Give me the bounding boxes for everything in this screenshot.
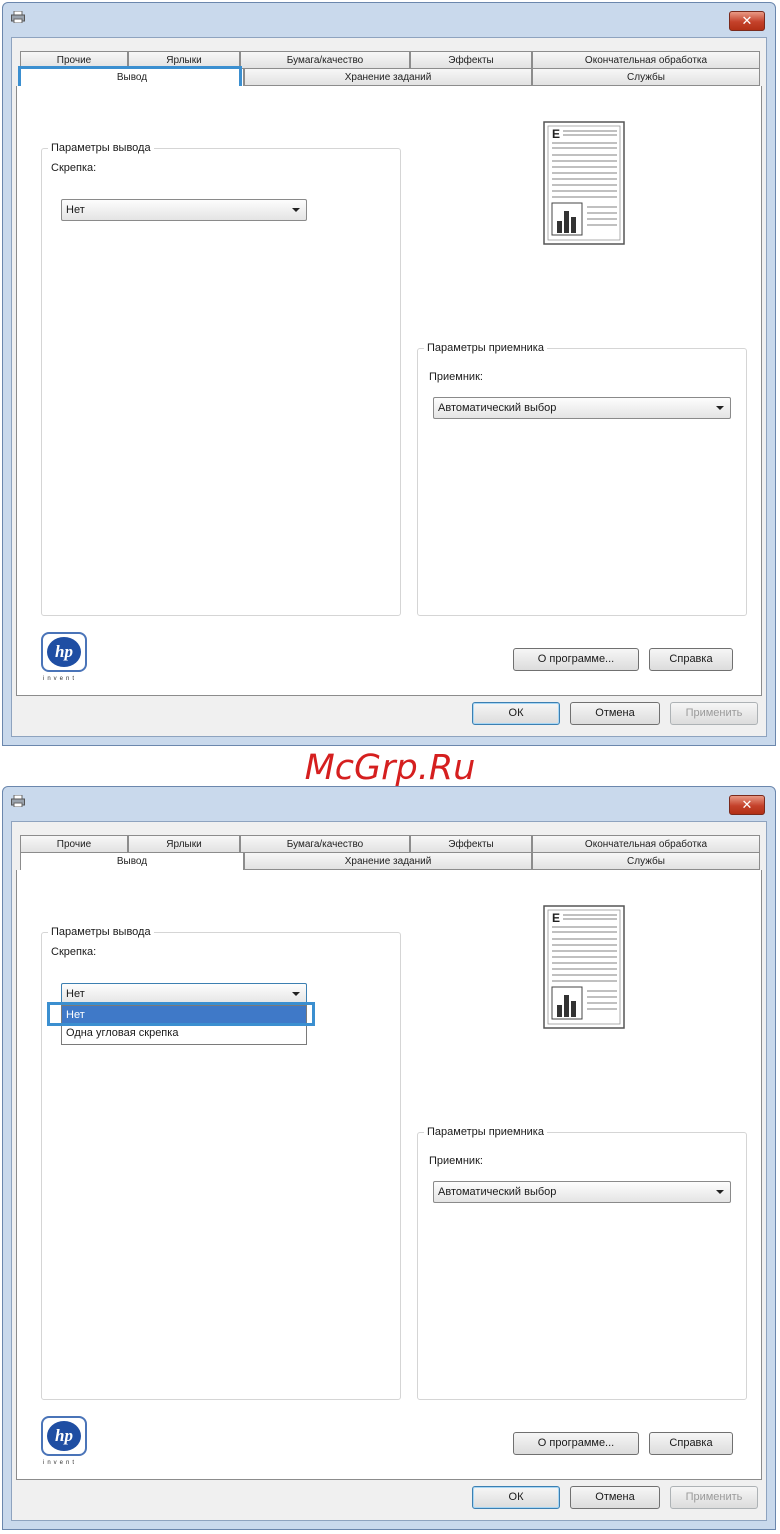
receiver-label: Приемник: (429, 371, 483, 383)
tab-shortcuts[interactable]: Ярлыки (128, 835, 240, 853)
dialog-client-area: Прочие Ярлыки Бумага/качество Эффекты Ок… (11, 821, 767, 1521)
hp-logo-text: hp (47, 1421, 81, 1451)
dropdown-arrow-icon (716, 1190, 724, 1194)
apply-button[interactable]: Применить (670, 1486, 758, 1509)
dropdown-arrow-icon (292, 208, 300, 212)
svg-text:E: E (552, 911, 560, 925)
close-button[interactable]: ✕ (729, 795, 765, 815)
tab-job-storage[interactable]: Хранение заданий (244, 68, 532, 86)
dropdown-arrow-icon (292, 992, 300, 996)
receiver-options-title: Параметры приемника (424, 342, 547, 354)
ok-button[interactable]: ОК (472, 702, 560, 725)
output-options-title: Параметры вывода (48, 926, 154, 938)
tab-services[interactable]: Службы (532, 852, 760, 870)
output-tab-panel: Параметры вывода Скрепка: Нет Нет Одна у… (16, 870, 762, 1480)
tab-services[interactable]: Службы (532, 68, 760, 86)
tab-effects[interactable]: Эффекты (410, 51, 532, 69)
output-tab-panel: Параметры вывода Скрепка: Нет E Параметр… (16, 86, 762, 696)
about-button[interactable]: О программе... (513, 1432, 639, 1455)
output-options-title: Параметры вывода (48, 142, 154, 154)
receiver-dropdown[interactable]: Автоматический выбор (433, 1181, 731, 1203)
tab-finishing[interactable]: Окончательная обработка (532, 835, 760, 853)
help-button[interactable]: Справка (649, 1432, 733, 1455)
tab-finishing[interactable]: Окончательная обработка (532, 51, 760, 69)
staple-dropdown[interactable]: Нет (61, 199, 307, 221)
close-icon: ✕ (741, 13, 753, 28)
ok-button[interactable]: ОК (472, 1486, 560, 1509)
dialog-client-area: Прочие Ярлыки Бумага/качество Эффекты Ок… (11, 37, 767, 737)
receiver-dropdown-value: Автоматический выбор (438, 402, 557, 414)
tab-paper-quality[interactable]: Бумага/качество (240, 835, 410, 853)
staple-label: Скрепка: (51, 946, 97, 958)
option-highlight-frame (47, 1002, 315, 1026)
cancel-button[interactable]: Отмена (570, 1486, 660, 1509)
tab-effects[interactable]: Эффекты (410, 835, 532, 853)
title-bar: ✕ (3, 787, 775, 821)
staple-label: Скрепка: (51, 162, 97, 174)
about-button[interactable]: О программе... (513, 648, 639, 671)
help-button[interactable]: Справка (649, 648, 733, 671)
hp-logo-icon: hp invent (41, 632, 87, 682)
printer-icon (11, 11, 25, 23)
printer-icon (11, 795, 25, 807)
hp-logo-icon: hp invent (41, 1416, 87, 1466)
receiver-dropdown[interactable]: Автоматический выбор (433, 397, 731, 419)
staple-option-corner[interactable]: Одна угловая скрепка (62, 1024, 306, 1042)
receiver-options-group: Параметры приемника (417, 1126, 747, 1400)
hp-logo-text: hp (47, 637, 81, 667)
tab-other[interactable]: Прочие (20, 835, 128, 853)
receiver-dropdown-value: Автоматический выбор (438, 1186, 557, 1198)
receiver-options-title: Параметры приемника (424, 1126, 547, 1138)
title-bar: ✕ (3, 3, 775, 37)
close-icon: ✕ (741, 797, 753, 812)
hp-tagline: invent (43, 676, 78, 682)
page-preview-icon: E (543, 905, 625, 1029)
tab-job-storage[interactable]: Хранение заданий (244, 852, 532, 870)
receiver-options-group: Параметры приемника (417, 342, 747, 616)
close-button[interactable]: ✕ (729, 11, 765, 31)
printer-properties-window-dropdown-open: ✕ Прочие Ярлыки Бумага/качество Эффекты … (2, 786, 776, 1530)
receiver-label: Приемник: (429, 1155, 483, 1167)
tab-paper-quality[interactable]: Бумага/качество (240, 51, 410, 69)
staple-dropdown-value: Нет (66, 204, 85, 216)
apply-button[interactable]: Применить (670, 702, 758, 725)
svg-text:E: E (552, 127, 560, 141)
page-preview-icon: E (543, 121, 625, 245)
hp-tagline: invent (43, 1460, 78, 1466)
watermark: McGrp.Ru (304, 748, 476, 788)
dropdown-arrow-icon (716, 406, 724, 410)
printer-properties-window: ✕ Прочие Ярлыки Бумага/качество Эффекты … (2, 2, 776, 746)
staple-dropdown-value: Нет (66, 988, 85, 1000)
cancel-button[interactable]: Отмена (570, 702, 660, 725)
